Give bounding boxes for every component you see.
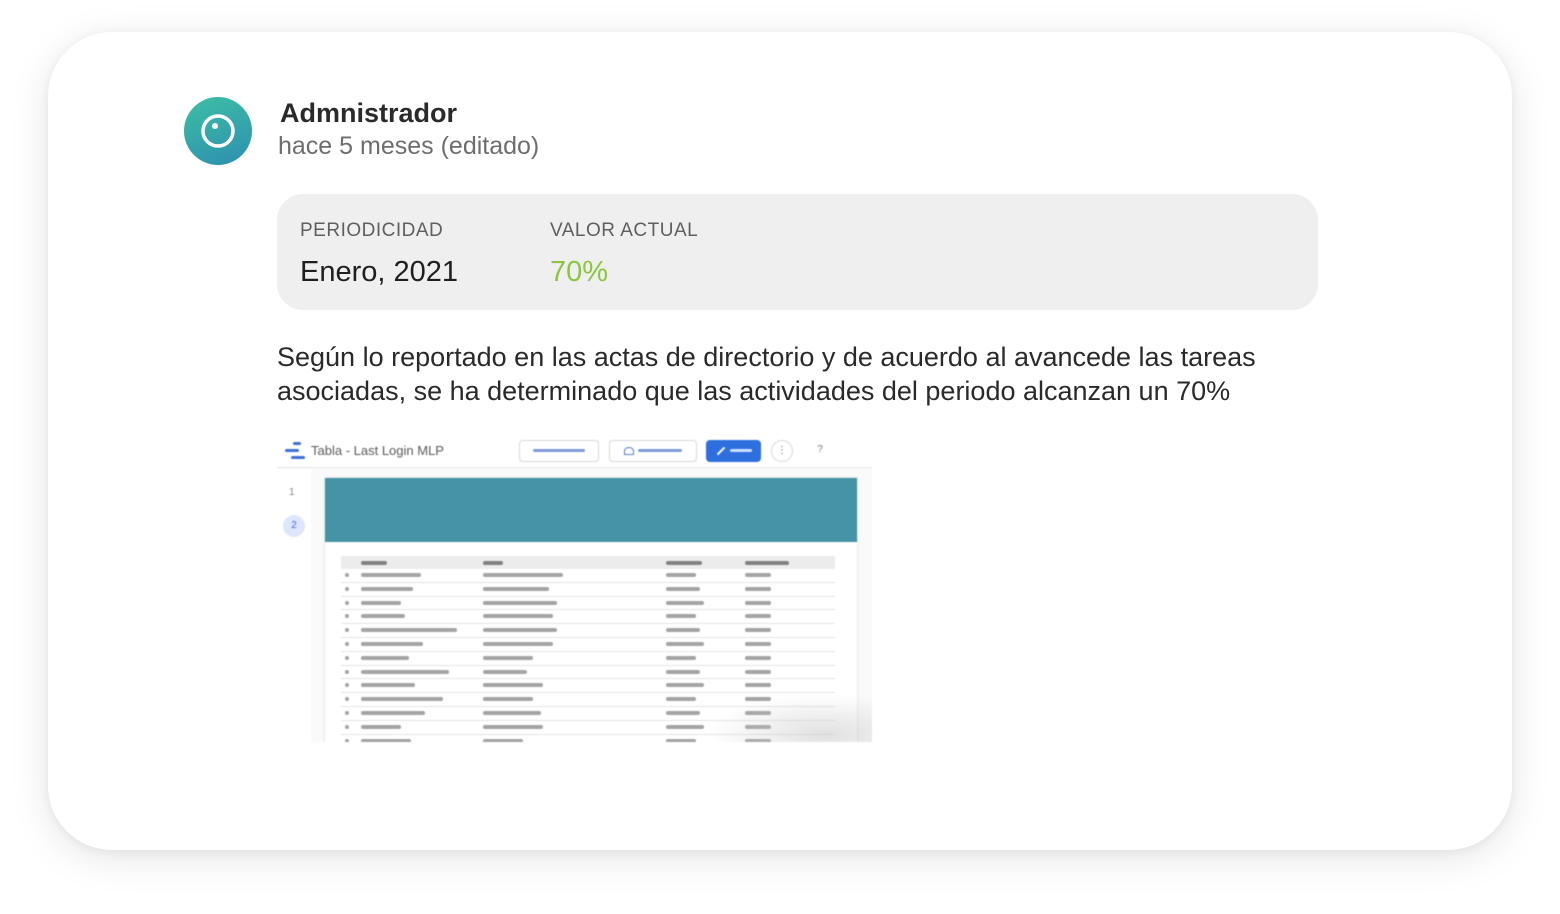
current-value-block: VALOR ACTUAL 70% [550,220,698,289]
table-row [341,679,835,694]
page-2: 2 [283,515,305,537]
post-card: Admnistrador hace 5 meses (editado) PERI… [48,32,1512,850]
avatar[interactable] [184,97,252,165]
periodicity-label: PERIODICIDAD [300,220,444,241]
share-button [609,440,697,462]
table-row [341,583,835,597]
author-name[interactable]: Admnistrador [280,98,457,129]
reset-button [519,440,599,462]
current-value: 70% [550,256,609,288]
indicator-info-box: PERIODICIDAD Enero, 2021 VALOR ACTUAL 70… [277,194,1318,310]
attachment-screenshot[interactable]: Tabla - Last Login MLP ⋮ ? 1 2 [277,434,872,742]
periodicity-block: PERIODICIDAD Enero, 2021 [300,220,458,289]
report-logo-icon [285,442,305,460]
help-icon: ? [809,440,831,462]
more-icon: ⋮ [771,440,793,462]
table-row [341,569,835,583]
report-title: Tabla - Last Login MLP [311,443,444,458]
share-icon [624,446,634,455]
table-row [341,610,835,625]
page-nav: 1 2 [277,469,311,742]
table-row [341,652,835,666]
table-row [341,624,835,638]
periodicity-value: Enero, 2021 [300,256,459,288]
edit-icon [716,446,725,456]
report-banner [325,478,857,542]
report-toolbar: Tabla - Last Login MLP ⋮ ? [277,434,872,468]
table-row [341,666,835,680]
circle-dot-icon [201,114,235,148]
table-row [341,597,835,611]
page-1: 1 [289,487,295,498]
current-value-label: VALOR ACTUAL [550,220,699,241]
edit-button [706,440,761,462]
table-header [341,556,835,569]
table-row [341,638,835,652]
post-timestamp: hace 5 meses (editado) [278,132,540,160]
post-body: Según lo reportado en las actas de direc… [277,342,1256,406]
